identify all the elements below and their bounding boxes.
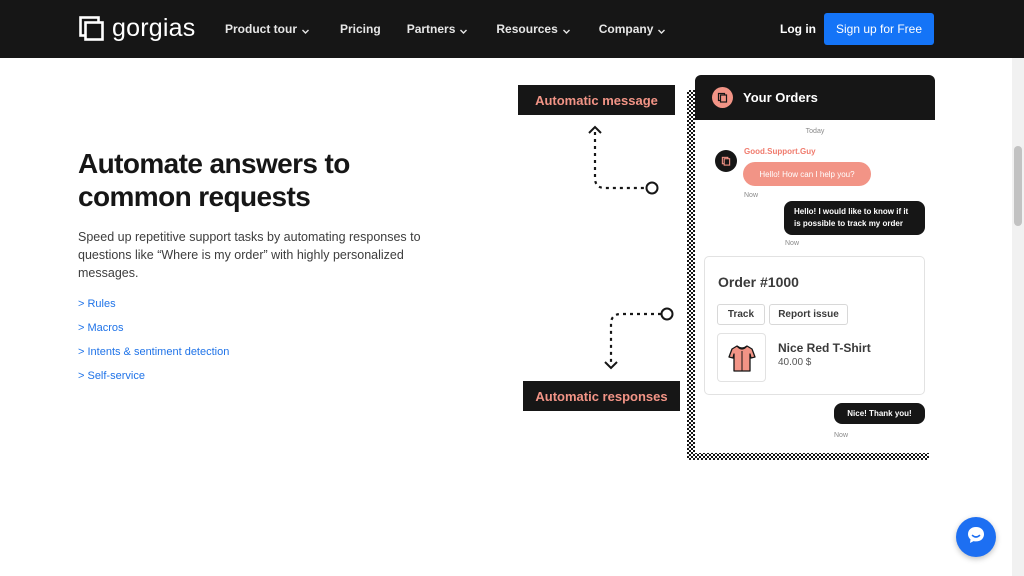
nav-partners[interactable]: Partners — [407, 21, 469, 37]
section-headline: Automate answers to common requests — [78, 148, 350, 212]
product-name: Nice Red T-Shirt — [778, 341, 871, 355]
automatic-message-tag: Automatic message — [518, 85, 675, 115]
signup-button[interactable]: Sign up for Free — [824, 13, 934, 45]
nav-label: Product tour — [225, 22, 297, 36]
gorgias-logo[interactable]: gorgias — [79, 16, 195, 41]
product-price: 40.00 $ — [778, 357, 812, 368]
message-time: Now — [785, 240, 800, 247]
nav-label: Partners — [406, 22, 456, 36]
nav-label: Resources — [496, 22, 558, 36]
agent-avatar — [715, 150, 737, 172]
thanks-message: Nice! Thank you! — [834, 403, 925, 424]
nav-resources[interactable]: Resources — [496, 21, 570, 37]
link-macros[interactable]: > Macros — [78, 322, 229, 335]
login-link[interactable]: Log in — [780, 22, 816, 36]
message-time: Now — [744, 192, 759, 199]
nav-company[interactable]: Company — [599, 21, 667, 37]
chat-launcher-icon — [966, 525, 986, 550]
chat-panel-title: Your Orders — [743, 90, 818, 105]
top-navbar: gorgias Product tour Pricing Partners Re… — [0, 0, 1024, 58]
nav-label: Pricing — [340, 22, 381, 36]
main-nav: Product tour Pricing Partners Resources … — [225, 21, 666, 37]
day-label: Today — [805, 128, 825, 135]
order-icon — [712, 87, 733, 108]
chevron-down-icon — [459, 25, 468, 34]
page-scrollbar[interactable] — [1012, 58, 1024, 576]
agent-message: Hello! How can I help you? — [743, 162, 871, 186]
feature-links: > Rules > Macros > Intents & sentiment d… — [78, 298, 229, 394]
report-issue-button[interactable]: Report issue — [769, 304, 848, 325]
shirt-icon — [727, 344, 756, 372]
automatic-responses-tag: Automatic responses — [523, 381, 680, 411]
link-intents-sentiment[interactable]: > Intents & sentiment detection — [78, 346, 229, 359]
nav-label: Company — [598, 22, 654, 36]
link-rules[interactable]: > Rules — [78, 298, 229, 311]
section-description: Speed up repetitive support tasks by aut… — [78, 230, 421, 280]
track-button[interactable]: Track — [717, 304, 765, 325]
gorgias-logo-icon — [79, 16, 104, 41]
logo-text: gorgias — [112, 14, 196, 42]
chevron-down-icon — [657, 25, 666, 34]
link-self-service[interactable]: > Self-service — [78, 370, 229, 383]
chat-launcher-button[interactable] — [956, 517, 996, 557]
chat-panel-header: Your Orders — [695, 75, 935, 120]
page: gorgias Product tour Pricing Partners Re… — [0, 0, 1024, 576]
customer-message: Hello! I would like to know if it is pos… — [784, 201, 925, 235]
chevron-down-icon — [562, 25, 571, 34]
connector-top — [588, 125, 659, 195]
nav-product-tour[interactable]: Product tour — [225, 21, 310, 37]
scrollbar-thumb[interactable] — [1014, 146, 1022, 226]
agent-name: Good.Support.Guy — [744, 147, 816, 156]
order-card: Order #1000 Track Report issue Nice Red … — [704, 256, 925, 395]
chat-panel: Your Orders Today Good.Support.Guy Hello… — [695, 75, 935, 453]
product-image — [717, 333, 766, 382]
chevron-down-icon — [301, 25, 310, 34]
message-time: Now — [834, 432, 849, 439]
nav-pricing[interactable]: Pricing — [340, 21, 381, 37]
order-title: Order #1000 — [718, 274, 799, 290]
connector-bottom — [604, 307, 674, 370]
